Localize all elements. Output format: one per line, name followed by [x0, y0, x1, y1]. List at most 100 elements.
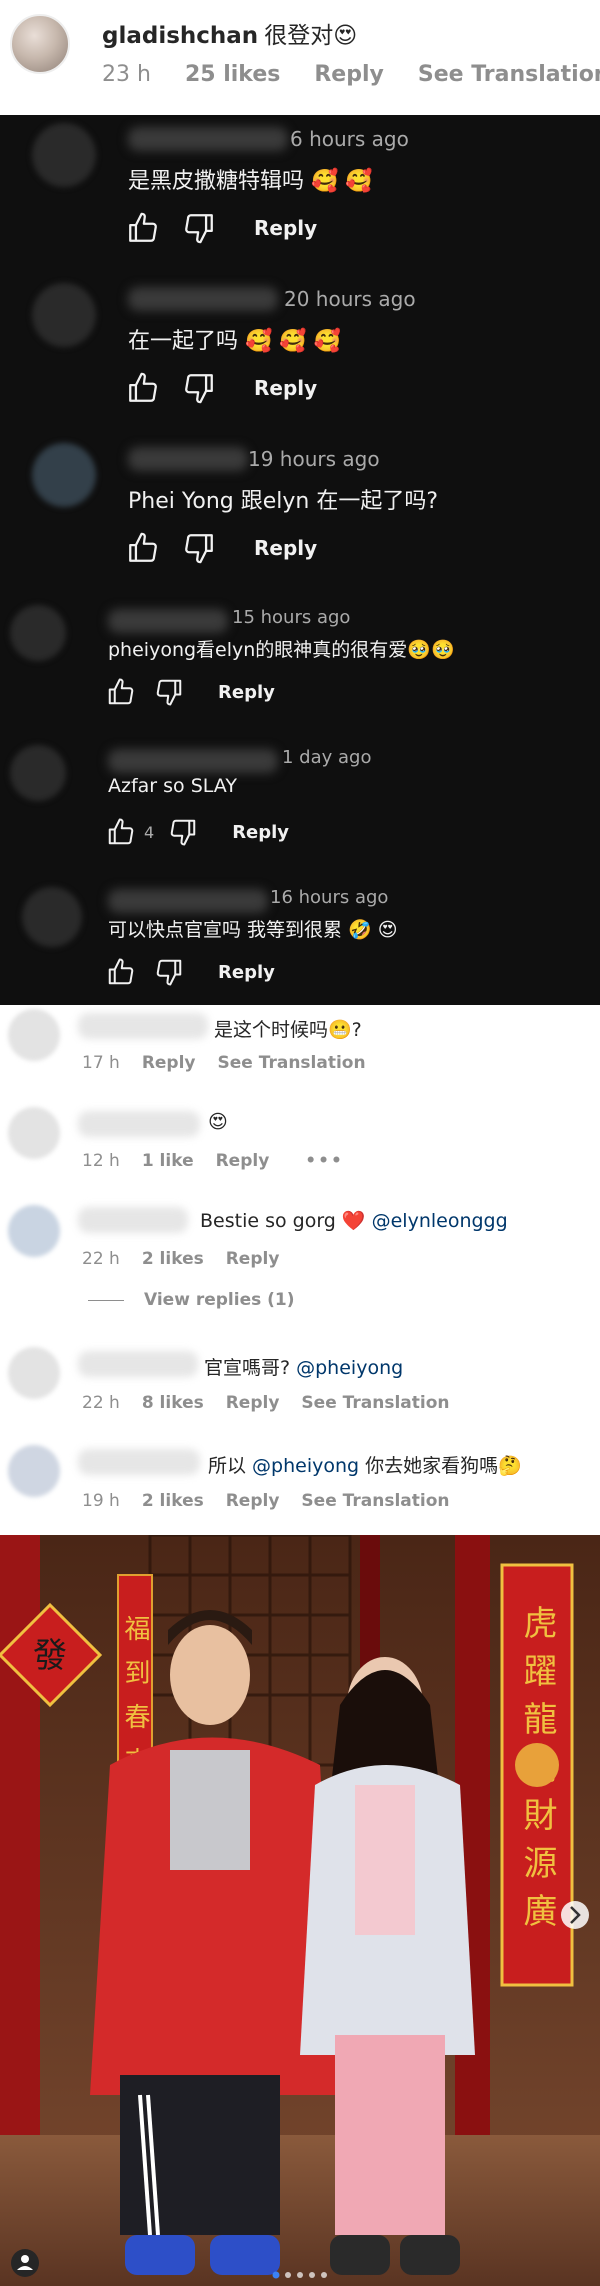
thumbs-up-icon[interactable]: [126, 531, 160, 565]
reply-button[interactable]: Reply: [142, 1053, 196, 1073]
comment-time: 15 hours ago: [232, 607, 351, 628]
yt-comment: 6 hours ago 是黑皮撒糖特辑吗 🥰 🥰 Reply: [0, 115, 600, 275]
thumbs-up-icon[interactable]: [126, 211, 160, 245]
thumbs-up-icon[interactable]: [106, 817, 136, 847]
comment-time: 20 hours ago: [284, 287, 416, 311]
comment-text: Azfar so SLAY: [108, 775, 237, 797]
comment-body: 官宣嗎哥?: [204, 1357, 297, 1379]
thumbs-down-icon[interactable]: [182, 211, 216, 245]
see-translation-button[interactable]: See Translation: [301, 1491, 449, 1511]
yt-comment: 20 hours ago 在一起了吗 🥰 🥰 🥰 Reply: [0, 275, 600, 435]
comment-text: pheiyong看elyn的眼神真的很有爱🥹🥹: [108, 639, 455, 661]
next-photo-button[interactable]: [561, 1901, 589, 1929]
avatar[interactable]: [8, 1107, 60, 1159]
username-redacted: [78, 1207, 188, 1233]
thumbs-down-icon[interactable]: [182, 371, 216, 405]
top-comment: gladishchan 很登对😍 23 h 25 likes Reply See …: [0, 0, 600, 115]
comment-actions: Reply: [126, 371, 317, 405]
avatar[interactable]: [8, 1205, 60, 1257]
reply-button[interactable]: Reply: [314, 62, 384, 87]
reply-button[interactable]: Reply: [226, 1249, 280, 1269]
thumbs-up-icon[interactable]: [106, 957, 136, 987]
avatar[interactable]: [8, 1445, 60, 1497]
tagged-users-icon[interactable]: [11, 2249, 39, 2277]
comment-body: 😍: [208, 1111, 228, 1133]
mention-link[interactable]: @pheiyong: [252, 1455, 359, 1477]
likes-count[interactable]: 25 likes: [185, 62, 280, 87]
see-translation-button[interactable]: See Translation: [418, 62, 600, 87]
comment-time: 17 h: [82, 1053, 120, 1073]
comment-time: 6 hours ago: [290, 127, 409, 151]
avatar[interactable]: [10, 745, 66, 801]
comment-actions: Reply: [106, 677, 275, 707]
photo-illustration: 發 福到春來 虎躍龍騰財源廣: [0, 1535, 600, 2286]
comment-text: Phei Yong 跟elyn 在一起了吗?: [128, 489, 439, 514]
username-redacted: [128, 447, 248, 471]
reply-button[interactable]: Reply: [232, 822, 289, 843]
view-replies-button[interactable]: View replies (1): [88, 1290, 295, 1310]
likes-count[interactable]: 2 likes: [142, 1491, 204, 1511]
tiger-ornament: [515, 1743, 559, 1787]
avatar[interactable]: [8, 1009, 60, 1061]
comment-body: Bestie so gorg ❤️: [200, 1210, 372, 1232]
reply-button[interactable]: Reply: [218, 682, 275, 703]
comment-meta: 19 h 2 likes Reply See Translation: [82, 1491, 449, 1511]
yt-comment: 19 hours ago Phei Yong 跟elyn 在一起了吗? Repl…: [0, 435, 600, 595]
avatar[interactable]: [32, 443, 96, 507]
comment-time: 19 hours ago: [248, 447, 380, 471]
comment-meta: 17 h Reply See Translation: [82, 1053, 366, 1073]
comment-actions: Reply: [126, 531, 317, 565]
thumbs-down-icon[interactable]: [154, 957, 184, 987]
youtube-comments-section: 6 hours ago 是黑皮撒糖特辑吗 🥰 🥰 Reply 20 hours …: [0, 115, 600, 1005]
likes-count[interactable]: 2 likes: [142, 1249, 204, 1269]
thumbs-down-icon[interactable]: [168, 817, 198, 847]
comment-meta: 12 h 1 like Reply •••: [82, 1151, 344, 1171]
comment-text: 在一起了吗 🥰 🥰 🥰: [128, 329, 342, 354]
reply-button[interactable]: Reply: [254, 376, 317, 400]
avatar[interactable]: [32, 283, 96, 347]
comment-time: 22 h: [82, 1393, 120, 1413]
reply-button[interactable]: Reply: [218, 962, 275, 983]
likes-count[interactable]: 8 likes: [142, 1393, 204, 1413]
comment-text: Bestie so gorg ❤️ @elynleonggg: [200, 1209, 508, 1232]
username[interactable]: gladishchan: [102, 23, 258, 49]
reply-button[interactable]: Reply: [226, 1393, 280, 1413]
mention-link[interactable]: @pheiyong: [296, 1357, 403, 1379]
comment-time: 23 h: [102, 62, 151, 87]
comment-meta: 22 h 8 likes Reply See Translation: [82, 1393, 449, 1413]
more-options-icon[interactable]: •••: [305, 1151, 344, 1171]
mention-link[interactable]: @elynleonggg: [372, 1210, 508, 1232]
avatar[interactable]: [32, 123, 96, 187]
comment-text: 很登对😍: [264, 23, 358, 49]
likes-count[interactable]: 1 like: [142, 1151, 194, 1171]
thumbs-up-icon[interactable]: [106, 677, 136, 707]
comment-text: 所以 @pheiyong 你去她家看狗嗎🤔: [208, 1451, 522, 1478]
reply-button[interactable]: Reply: [226, 1491, 280, 1511]
thumbs-down-icon[interactable]: [182, 531, 216, 565]
comment-time: 16 hours ago: [270, 887, 389, 908]
see-translation-button[interactable]: See Translation: [218, 1053, 366, 1073]
comment-time: 19 h: [82, 1491, 120, 1511]
yt-comment: 15 hours ago pheiyong看elyn的眼神真的很有爱🥹🥹 Rep…: [0, 595, 600, 735]
comment-time: 12 h: [82, 1151, 120, 1171]
svg-text:發: 發: [33, 1636, 67, 1676]
comment-header: gladishchan 很登对😍: [102, 16, 357, 50]
thumbs-up-icon[interactable]: [126, 371, 160, 405]
ig-comment: Bestie so gorg ❤️ @elynleonggg 22 h 2 li…: [0, 1197, 600, 1293]
see-translation-button[interactable]: See Translation: [301, 1393, 449, 1413]
comment-meta: 22 h 2 likes Reply: [82, 1249, 279, 1269]
comment-actions: Reply: [106, 957, 275, 987]
reply-button[interactable]: Reply: [254, 216, 317, 240]
post-photo[interactable]: 發 福到春來 虎躍龍騰財源廣: [0, 1535, 600, 2286]
comment-text: 可以快点官宣吗 我等到很累 🤣 😍: [108, 919, 398, 941]
reply-button[interactable]: Reply: [216, 1151, 270, 1171]
thumbs-down-icon[interactable]: [154, 677, 184, 707]
avatar[interactable]: [8, 1347, 60, 1399]
reply-button[interactable]: Reply: [254, 536, 317, 560]
comment-text: 官宣嗎哥? @pheiyong: [204, 1353, 403, 1380]
avatar[interactable]: [10, 14, 70, 74]
avatar[interactable]: [10, 605, 66, 661]
comment-text: 是黑皮撒糖特辑吗 🥰 🥰: [128, 169, 373, 194]
username-redacted: [108, 609, 228, 633]
avatar[interactable]: [22, 887, 82, 947]
